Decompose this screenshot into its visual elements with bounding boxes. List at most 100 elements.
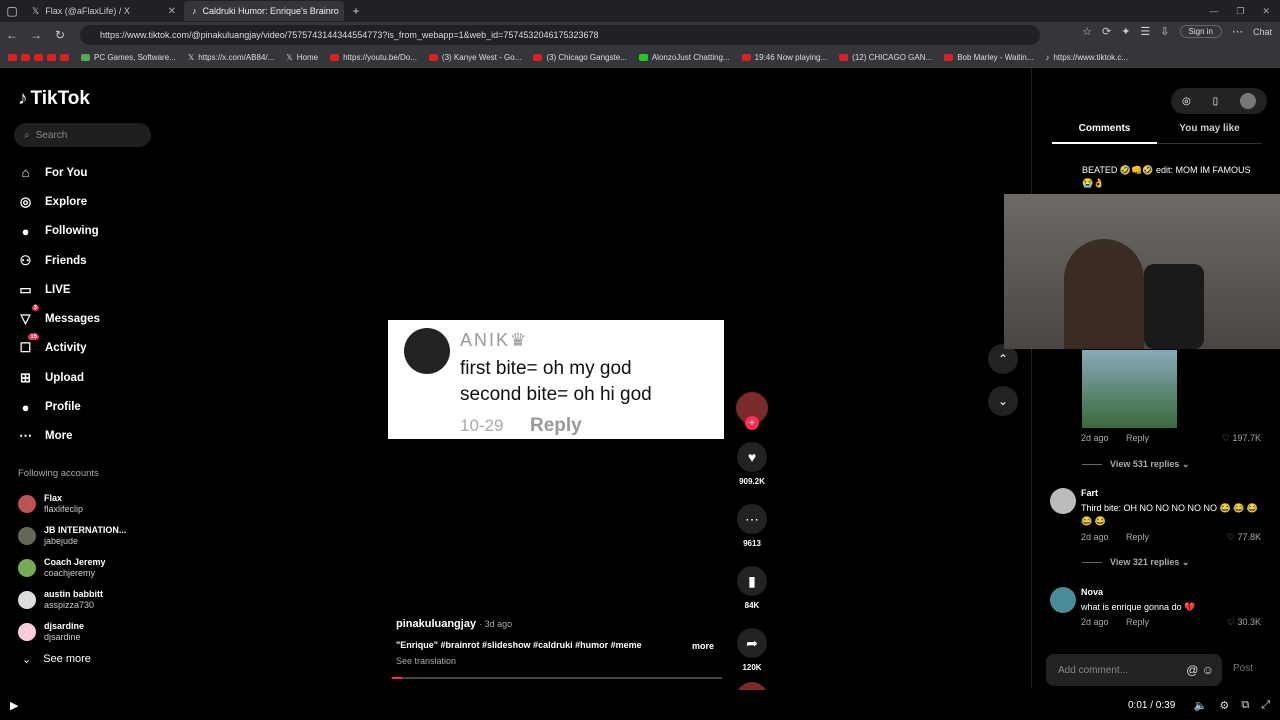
miniplayer-icon[interactable]: ⧉ — [1241, 699, 1249, 712]
url-field[interactable]: https://www.tiktok.com/@pinakuluangjay/v… — [80, 25, 1040, 45]
more-button[interactable]: more — [692, 641, 714, 651]
tab-you-may-like[interactable]: You may like — [1157, 123, 1262, 144]
avatar — [18, 559, 36, 577]
sidebar-item-more[interactable]: ⋯ More — [18, 422, 100, 451]
card-line-2: second bite= oh hi god — [460, 384, 652, 405]
comment-image[interactable] — [1082, 350, 1177, 428]
tiktok-note-icon: ♪ — [18, 88, 28, 109]
author[interactable]: pinakuluangjay · 3d ago — [396, 618, 726, 630]
sidebar-item-friends[interactable]: ⚇ Friends — [18, 246, 100, 275]
heart-icon[interactable]: ♥ — [737, 442, 767, 472]
bookmark-icon[interactable]: ▮ — [737, 566, 767, 596]
following-account[interactable]: djsardine djsardine — [18, 616, 126, 648]
view-replies-button[interactable]: View 321 replies ⌄ — [1082, 557, 1189, 568]
bookmark[interactable]: https://youtu.be/Do... — [330, 53, 417, 62]
bookmark[interactable]: 𝕏https://x.com/AB84/... — [188, 53, 274, 62]
following-account[interactable]: Flax flaxlifeclip — [18, 488, 126, 520]
following-account[interactable]: Coach Jeremy coachjeremy — [18, 552, 126, 584]
bookmark[interactable] — [8, 54, 69, 61]
bookmark[interactable]: 19:46 Now playing... — [741, 53, 827, 62]
sidebar-item-explore[interactable]: ◎ Explore — [18, 187, 100, 216]
like-count[interactable]: ♡ 77.8K — [1227, 532, 1261, 543]
share-action[interactable]: ➦ 120K — [736, 628, 768, 672]
compass-icon: ◎ — [19, 193, 32, 209]
refresh-page-icon[interactable]: ⟳ — [1102, 25, 1111, 38]
reply-button[interactable]: Reply — [1126, 617, 1149, 627]
back-icon[interactable]: ← — [0, 28, 24, 42]
sidebar-item-for-you[interactable]: ⌂ For You — [18, 158, 100, 187]
save-action[interactable]: ▮ 84K — [736, 566, 768, 610]
close-icon[interactable]: ✕ — [168, 6, 176, 17]
view-replies-button[interactable]: View 531 replies ⌄ — [1082, 459, 1189, 470]
fullscreen-icon[interactable]: ⤢ — [1261, 699, 1270, 712]
activity-icon: ☐ 15 — [19, 334, 39, 356]
reply-button[interactable]: Reply — [1126, 433, 1149, 443]
bookmark[interactable]: ♪ https://www.tiktok.c... — [1045, 53, 1128, 62]
sidebar-item-following[interactable]: ● Following — [18, 217, 100, 246]
bookmark[interactable]: PC Games, Software... — [81, 53, 176, 62]
sidebar-item-live[interactable]: ▭ LIVE — [18, 275, 100, 304]
sidebar-item-activity[interactable]: ☐ 15 Activity — [18, 334, 100, 363]
browser-tab[interactable]: 𝕏 Flax (@aFlaxLife) / X ✕ — [24, 1, 184, 21]
compass-icon[interactable]: ◎ — [1182, 96, 1191, 107]
bookmark[interactable]: 𝕏 Home — [286, 53, 318, 62]
profile-avatar-icon: ● — [21, 399, 30, 415]
sidebar-item-upload[interactable]: ⊞ Upload — [18, 363, 100, 392]
like-action[interactable]: ♥ 909.2K — [736, 442, 768, 486]
minimize-icon[interactable]: — — [1209, 6, 1218, 17]
top-right-controls: ◎ ▯ — [1171, 88, 1267, 114]
search-input[interactable]: ⌕ Search — [14, 123, 151, 147]
forward-icon[interactable]: → — [24, 28, 48, 42]
creator-avatar[interactable]: + — [736, 392, 768, 430]
sidebar-item-profile[interactable]: ● Profile — [18, 392, 100, 421]
follow-plus-icon[interactable]: + — [745, 416, 759, 430]
comment-icon[interactable]: ⋯ — [737, 504, 767, 534]
user-avatar[interactable] — [1240, 93, 1257, 109]
refresh-icon[interactable]: ↻ — [48, 28, 72, 42]
reply-button[interactable]: Reply — [1126, 532, 1149, 542]
sign-in-button[interactable]: Sign in — [1179, 25, 1222, 38]
avatar[interactable] — [1050, 488, 1076, 514]
new-tab-icon[interactable]: + — [344, 4, 368, 18]
video-progress-bar[interactable] — [392, 677, 722, 679]
comment-action[interactable]: ⋯ 9613 — [736, 504, 768, 548]
mention-emoji-icons[interactable]: @ ☺ — [1186, 663, 1214, 677]
settings-icon[interactable]: ⚙ — [1219, 699, 1229, 712]
extensions-icon[interactable]: ✦ — [1121, 25, 1130, 38]
add-comment-input[interactable]: Add comment... @ ☺ — [1046, 654, 1222, 686]
share-icon[interactable]: ➦ — [737, 628, 767, 658]
volume-icon[interactable]: 🔈 — [1194, 699, 1208, 712]
see-more-button[interactable]: ⌄ See more — [22, 653, 91, 666]
tab-comments[interactable]: Comments — [1052, 123, 1157, 144]
following-accounts-list: Flax flaxlifeclip JB INTERNATION... jabeju… — [18, 488, 126, 648]
star-icon[interactable]: ☆ — [1082, 25, 1092, 38]
next-video-button[interactable]: ⌄ — [988, 386, 1018, 416]
like-count: 909.2K — [739, 477, 765, 486]
play-icon[interactable]: ▶ — [10, 699, 18, 712]
favorites-icon[interactable]: ☰ — [1140, 25, 1150, 38]
bookmark[interactable]: (12) CHICAGO GAN... — [839, 53, 932, 62]
avatar[interactable] — [1050, 587, 1076, 613]
panel-tabs: Comments You may like — [1052, 123, 1262, 144]
tab-actions-icon[interactable]: ▢ — [0, 4, 24, 18]
device-icon[interactable]: ▯ — [1213, 96, 1219, 107]
sidebar-item-messages[interactable]: ▽ 3 Messages — [18, 304, 100, 333]
like-count[interactable]: ♡ 197.7K — [1222, 433, 1261, 444]
menu-dots-icon[interactable]: ⋯ — [1232, 25, 1243, 38]
maximize-icon[interactable]: ❐ — [1236, 6, 1244, 17]
see-translation-link[interactable]: See translation — [396, 656, 726, 666]
bookmark[interactable]: Bob Marley - Waitin... — [944, 53, 1033, 62]
like-count[interactable]: ♡ 30.3K — [1227, 617, 1261, 628]
bookmark[interactable]: (3) Chicago Gangste... — [533, 53, 627, 62]
bookmark[interactable]: AlonzoJust Chatting... — [638, 53, 730, 62]
bookmark[interactable]: (3) Kanye West - Go... — [428, 53, 521, 62]
browser-tab-active[interactable]: ♪ Caldruki Humor: Enrique's Brainro ✕ — [184, 1, 344, 21]
window-close-icon[interactable]: ✕ — [1262, 6, 1270, 17]
copilot-chat-button[interactable]: Chat — [1253, 27, 1272, 37]
download-icon[interactable]: ⇩ — [1160, 25, 1169, 38]
post-button[interactable]: Post — [1233, 663, 1253, 674]
following-account[interactable]: JB INTERNATION... jabejude — [18, 520, 126, 552]
tiktok-logo[interactable]: ♪ TikTok — [18, 88, 90, 110]
comment-count: 9613 — [743, 539, 761, 548]
following-account[interactable]: austin babbitt asspizza730 — [18, 584, 126, 616]
